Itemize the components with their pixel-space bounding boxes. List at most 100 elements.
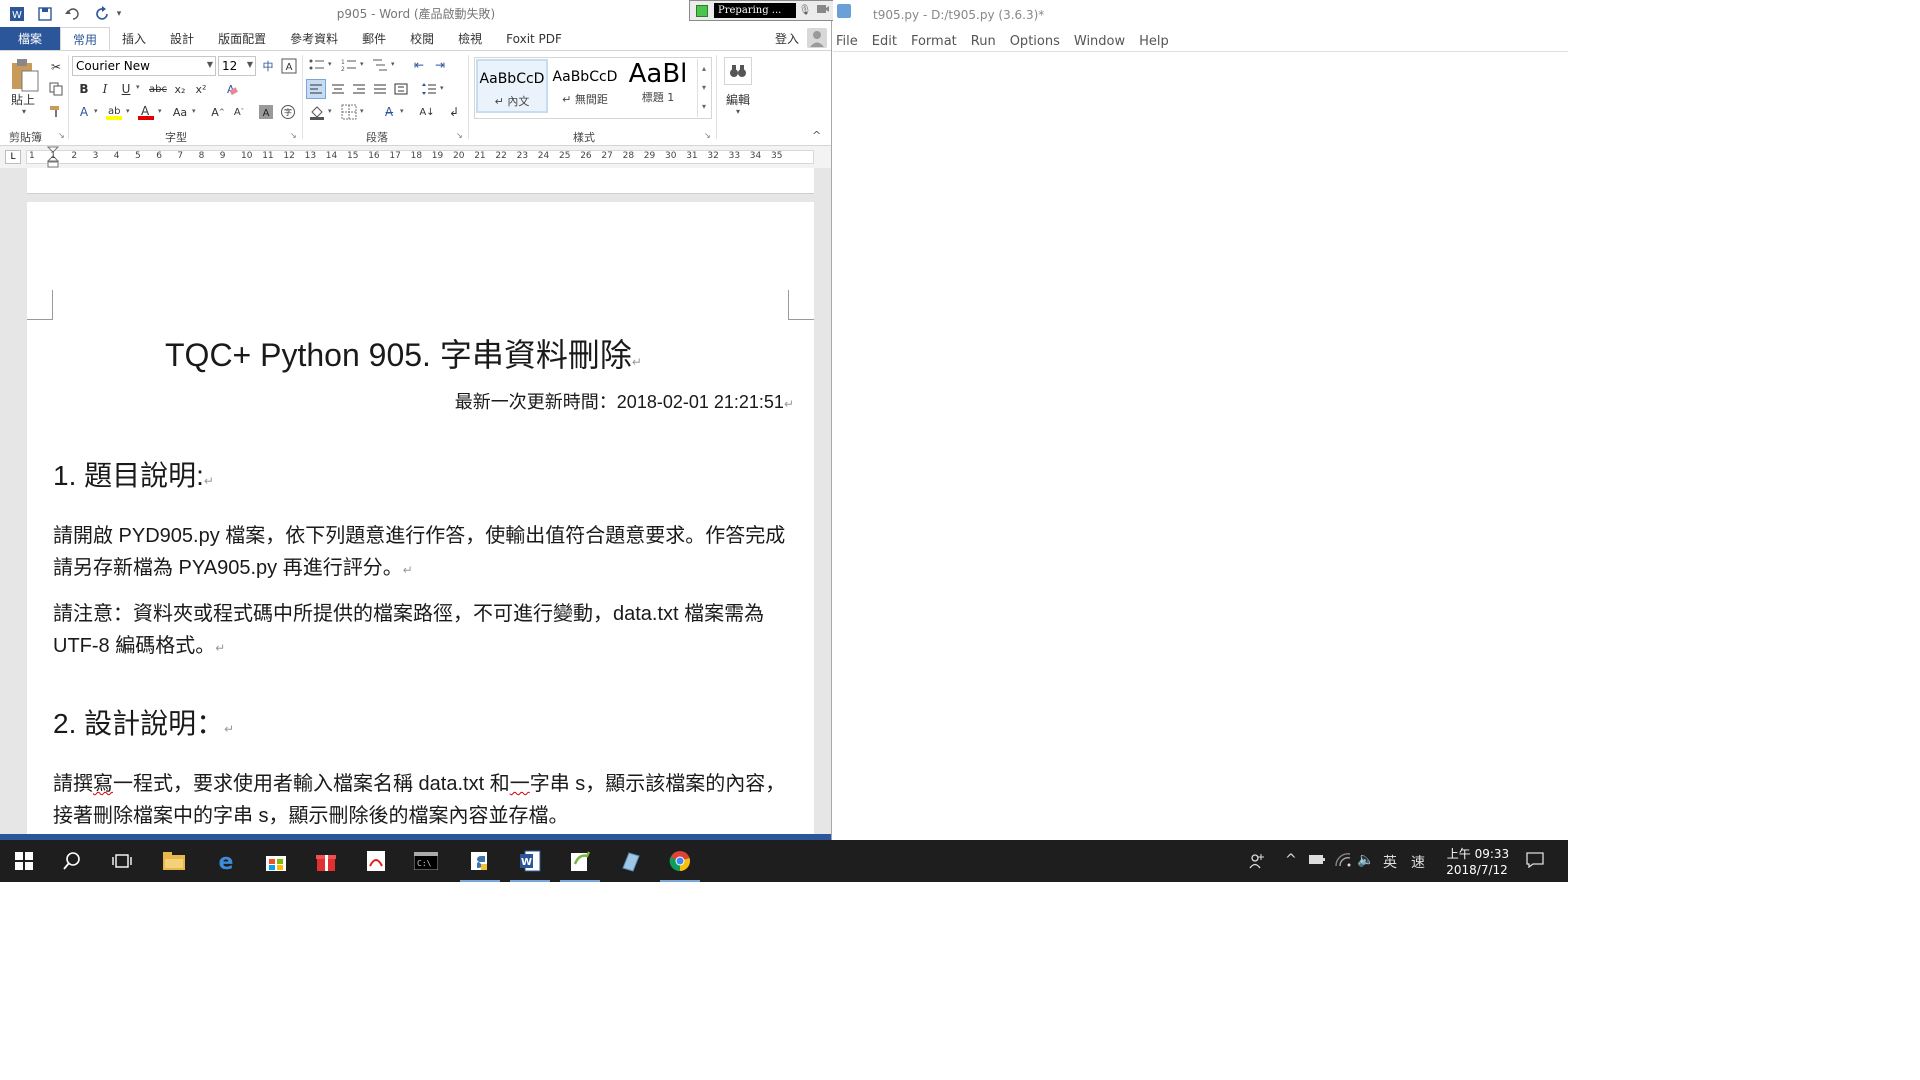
tab-selector-icon[interactable]: L [5,150,21,164]
file-explorer-icon[interactable] [150,840,198,882]
command-prompt-icon[interactable]: C:\ [402,840,450,882]
battery-icon[interactable] [1308,852,1326,870]
bullets-icon[interactable] [307,55,327,75]
styles-launcher-icon[interactable]: ↘ [704,131,711,140]
clock-date[interactable]: 2018/7/12 [1442,863,1512,877]
paragraph-launcher-icon[interactable]: ↘ [456,131,463,140]
cut-icon[interactable]: ✂ [46,57,66,77]
multilevel-list-icon[interactable] [370,55,390,75]
python-idle-taskbar-icon[interactable] [456,840,504,882]
tab-insert[interactable]: 插入 [110,27,158,50]
copy-icon[interactable] [46,79,66,99]
menu-edit[interactable]: Edit [869,34,905,49]
start-button[interactable] [0,840,48,882]
sign-in-link[interactable]: 登入 [775,30,799,47]
borders-icon[interactable] [339,102,359,122]
clock-time[interactable]: 上午 09:33 [1446,845,1510,862]
bold-icon[interactable]: B [74,79,94,99]
avatar[interactable] [807,28,827,48]
notepad-plus-icon[interactable] [556,840,604,882]
pdf-reader-icon[interactable] [352,840,400,882]
style-normal[interactable]: AaBbCcD ↵ 內文 [476,59,548,113]
superscript-icon[interactable]: x² [191,79,211,99]
tab-mailings[interactable]: 郵件 [350,27,398,50]
tab-review[interactable]: 校閱 [398,27,446,50]
font-color-dropdown-icon[interactable]: ▾ [158,107,162,115]
editing-button[interactable]: 編輯 [726,91,750,108]
microphone-icon[interactable]: 🎙 [796,3,814,18]
multilevel-dropdown-icon[interactable]: ▾ [391,60,395,68]
change-case-icon[interactable]: Aa [168,102,192,122]
line-spacing-dropdown-icon[interactable]: ▾ [440,84,444,92]
asian-layout-icon[interactable]: A̶ [378,102,400,122]
italic-icon[interactable]: I [95,79,115,99]
editing-dropdown-icon[interactable]: ▾ [736,107,740,116]
menu-help[interactable]: Help [1136,34,1177,49]
spelling-error-mark[interactable]: 一 [510,773,530,795]
align-left-icon[interactable] [306,79,326,99]
decrease-indent-icon[interactable]: ⇤ [409,55,429,75]
volume-icon[interactable]: 🔈 [1357,852,1374,868]
tab-home[interactable]: 常用 [60,27,111,50]
text-effects-icon[interactable]: A [74,102,94,122]
align-right-icon[interactable] [349,79,369,99]
tab-file[interactable]: 檔案 [0,27,61,50]
wifi-icon[interactable] [1334,852,1352,872]
webcam-icon[interactable] [814,3,832,18]
strikethrough-icon[interactable]: abc [146,79,170,99]
font-launcher-icon[interactable]: ↘ [290,131,297,140]
menu-options[interactable]: Options [1007,34,1068,49]
document-area[interactable]: TQC+ Python 905. 字串資料刪除↵ 最新一次更新時間：2018-0… [0,168,831,834]
search-icon[interactable] [48,840,96,882]
clear-formatting-icon[interactable]: A [220,79,240,99]
menu-format[interactable]: Format [908,34,965,49]
idle-app-icon[interactable] [837,4,851,18]
paste-dropdown-icon[interactable]: ▾ [22,107,26,116]
word-taskbar-icon[interactable]: W [506,840,554,882]
underline-dropdown-icon[interactable]: ▾ [136,83,140,91]
document-page[interactable]: TQC+ Python 905. 字串資料刪除↵ 最新一次更新時間：2018-0… [27,202,814,834]
align-center-icon[interactable] [328,79,348,99]
change-case-dropdown-icon[interactable]: ▾ [192,107,196,115]
increase-indent-icon[interactable]: ⇥ [430,55,450,75]
horizontal-ruler[interactable]: L 1 1 2 3 4 5 6 7 8 9 10 11 12 13 14 15 16 17 18 19 20 21 22 23… [0,146,831,168]
paste-button[interactable]: 貼上 [11,91,35,108]
font-size-combo[interactable]: 12 ▼ [218,56,256,76]
borders-dropdown-icon[interactable]: ▾ [360,107,364,115]
justify-icon[interactable] [370,79,390,99]
text-effects-dropdown-icon[interactable]: ▾ [94,107,98,115]
style-no-spacing[interactable]: AaBbCcD ↵ 無間距 [549,59,621,113]
character-shading-icon[interactable]: A [256,102,276,122]
spelling-error-mark[interactable]: 寫 [93,773,113,795]
subscript-icon[interactable]: x₂ [170,79,190,99]
shrink-font-icon[interactable]: Aˇ [229,102,249,122]
numbering-dropdown-icon[interactable]: ▾ [360,60,364,68]
grow-font-icon[interactable]: A ^ [208,102,228,122]
enclose-characters-icon[interactable]: 字 [278,102,298,122]
styles-scroll[interactable]: ▴ ▾ ▾ [697,59,710,117]
menu-window[interactable]: Window [1071,34,1133,49]
font-color-icon[interactable]: A [136,102,156,122]
tab-view[interactable]: 檢視 [446,27,494,50]
underline-icon[interactable]: U [116,79,136,99]
action-center-icon[interactable] [1526,852,1544,872]
input-language-indicator[interactable]: 英 [1383,852,1397,872]
font-name-combo[interactable]: Courier New ▼ [72,56,216,76]
gift-app-icon[interactable] [302,840,350,882]
clipboard-launcher-icon[interactable]: ↘ [58,131,65,140]
chrome-browser-icon[interactable] [656,840,704,882]
sort-icon[interactable]: A↓ [417,102,437,122]
shading-icon[interactable] [307,102,327,122]
format-painter-icon[interactable] [46,101,66,121]
distributed-icon[interactable] [391,79,411,99]
character-border-icon[interactable]: A [279,56,299,76]
highlight-icon[interactable]: ab [104,102,124,122]
idle-text-area[interactable] [833,53,1568,840]
input-method-indicator[interactable]: 速 [1411,852,1425,872]
people-icon[interactable] [1248,852,1266,874]
tab-foxit-pdf[interactable]: Foxit PDF [494,27,574,50]
show-paragraph-marks-icon[interactable]: ↲ [444,102,464,122]
chevron-up-icon[interactable]: ^ [1285,852,1297,868]
notes-app-icon[interactable] [606,840,654,882]
menu-file[interactable]: File [833,34,866,49]
